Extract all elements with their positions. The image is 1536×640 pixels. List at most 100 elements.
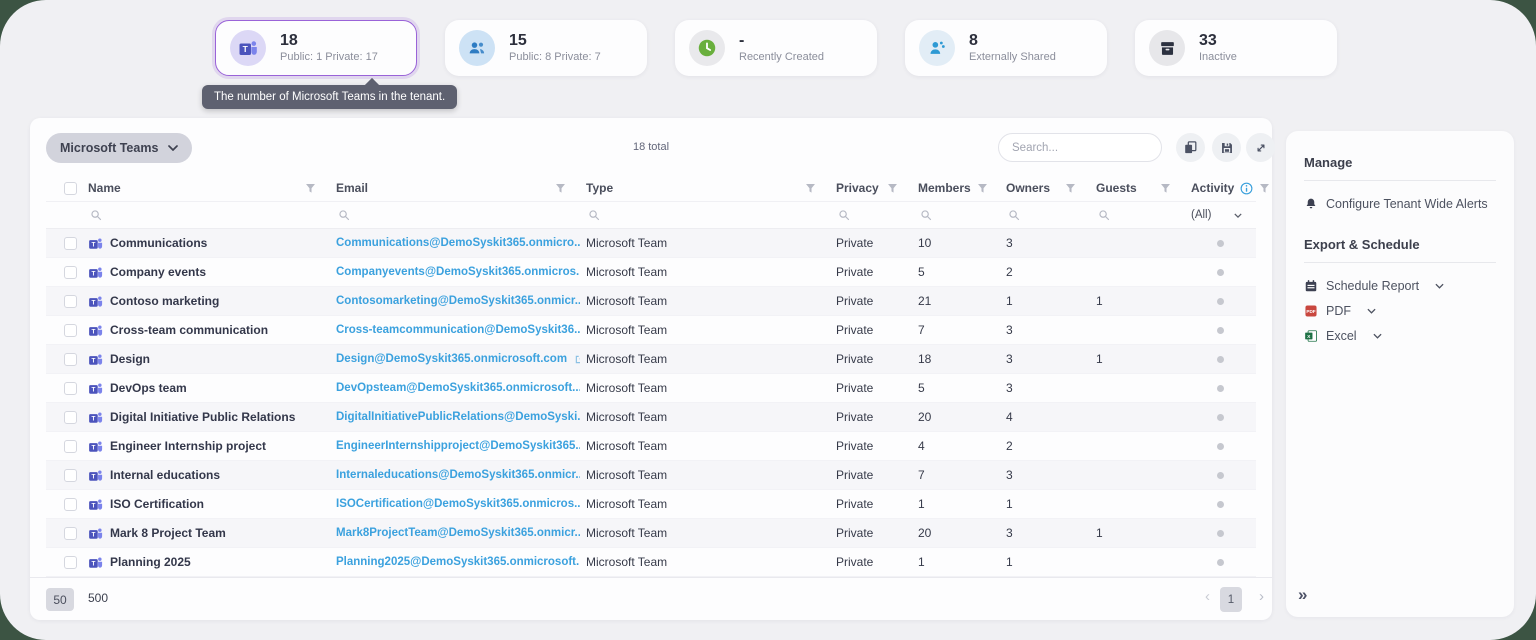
table-row[interactable]: T Engineer Internship project EngineerIn… <box>46 432 1256 461</box>
previous-page-button[interactable]: ‹ <box>1205 588 1210 605</box>
team-name[interactable]: Planning 2025 <box>110 555 191 569</box>
row-checkbox[interactable] <box>64 382 77 395</box>
table-row[interactable]: T Communications Communications@DemoSysk… <box>46 229 1256 258</box>
stat-card-teams[interactable]: T 18 Public: 1 Private: 17 <box>215 20 417 76</box>
row-checkbox[interactable] <box>64 556 77 569</box>
team-email-link[interactable]: ISOCertification@DemoSyskit365.onmicros.… <box>336 498 580 510</box>
team-name[interactable]: Contoso marketing <box>110 294 219 308</box>
filter-funnel-icon[interactable] <box>305 183 316 194</box>
team-name[interactable]: Company events <box>110 265 206 279</box>
page-size-50-button[interactable]: 50 <box>46 588 74 611</box>
search-input[interactable] <box>1012 142 1166 154</box>
info-icon[interactable] <box>1240 182 1253 195</box>
expand-button[interactable] <box>1246 133 1275 162</box>
column-header-guests[interactable]: Guests <box>1096 181 1137 195</box>
filter-funnel-icon[interactable] <box>1065 183 1076 194</box>
filter-funnel-icon[interactable] <box>1160 183 1171 194</box>
row-checkbox[interactable] <box>64 527 77 540</box>
column-header-email[interactable]: Email <box>336 181 368 195</box>
row-checkbox[interactable] <box>64 295 77 308</box>
column-header-activity[interactable]: Activity <box>1191 181 1234 195</box>
team-email-link[interactable]: Internaleducations@DemoSyskit365.onmicr.… <box>336 469 580 481</box>
team-type: Microsoft Team <box>586 265 667 279</box>
current-page-indicator[interactable]: 1 <box>1220 587 1242 612</box>
team-email-link[interactable]: EngineerInternshipproject@DemoSyskit365.… <box>336 440 580 452</box>
team-members-count: 18 <box>918 352 931 366</box>
stat-card-externally-shared[interactable]: 8 Externally Shared <box>905 20 1107 76</box>
export-excel-button[interactable]: X Excel <box>1304 329 1496 343</box>
team-name[interactable]: Engineer Internship project <box>110 439 266 453</box>
stat-card-groups[interactable]: 15 Public: 8 Private: 7 <box>445 20 647 76</box>
collapse-sidebar-button[interactable]: » <box>1298 585 1307 605</box>
column-search-icon[interactable] <box>338 209 350 221</box>
table-row[interactable]: T ISO Certification ISOCertification@Dem… <box>46 490 1256 519</box>
row-checkbox[interactable] <box>64 469 77 482</box>
team-name[interactable]: Mark 8 Project Team <box>110 526 226 540</box>
column-search-icon[interactable] <box>1098 209 1110 221</box>
team-name[interactable]: Cross-team communication <box>110 323 268 337</box>
column-header-members[interactable]: Members <box>918 181 971 195</box>
team-name[interactable]: Communications <box>110 236 207 250</box>
team-name[interactable]: Digital Initiative Public Relations <box>110 410 295 424</box>
column-search-icon[interactable] <box>1008 209 1020 221</box>
table-row[interactable]: T Planning 2025 Planning2025@DemoSyskit3… <box>46 548 1256 577</box>
activity-filter-dropdown[interactable]: (All) <box>1185 209 1256 221</box>
filter-funnel-icon[interactable] <box>887 183 898 194</box>
tooltip-text: The number of Microsoft Teams in the ten… <box>214 91 445 103</box>
column-search-icon[interactable] <box>588 209 600 221</box>
team-email-link[interactable]: Companyevents@DemoSyskit365.onmicros... <box>336 266 580 278</box>
configure-tenant-wide-alerts-button[interactable]: Configure Tenant Wide Alerts <box>1304 197 1496 211</box>
team-name[interactable]: ISO Certification <box>110 497 204 511</box>
save-view-button[interactable] <box>1212 133 1241 162</box>
column-header-owners[interactable]: Owners <box>1006 181 1050 195</box>
table-row[interactable]: T Contoso marketing Contosomarketing@Dem… <box>46 287 1256 316</box>
export-pdf-button[interactable]: PDF PDF <box>1304 304 1496 318</box>
team-name[interactable]: Design <box>110 352 150 366</box>
team-email-link[interactable]: Design@DemoSyskit365.onmicrosoft.com <box>336 353 567 365</box>
row-checkbox[interactable] <box>64 353 77 366</box>
external-users-icon <box>919 30 955 66</box>
team-email-link[interactable]: DigitalInitiativePublicRelations@DemoSys… <box>336 411 580 423</box>
row-checkbox[interactable] <box>64 440 77 453</box>
copy-button[interactable] <box>1176 133 1205 162</box>
team-name[interactable]: Internal educations <box>110 468 220 482</box>
table-row[interactable]: T Mark 8 Project Team Mark8ProjectTeam@D… <box>46 519 1256 548</box>
teams-icon: T <box>88 497 103 512</box>
select-all-checkbox[interactable] <box>64 182 77 195</box>
team-email-link[interactable]: DevOpsteam@DemoSyskit365.onmicrosoft.... <box>336 382 580 394</box>
row-checkbox[interactable] <box>64 498 77 511</box>
filter-funnel-icon[interactable] <box>555 183 566 194</box>
table-row[interactable]: T Internal educations Internaleducations… <box>46 461 1256 490</box>
table-row[interactable]: T DevOps team DevOpsteam@DemoSyskit365.o… <box>46 374 1256 403</box>
column-header-privacy[interactable]: Privacy <box>836 181 879 195</box>
svg-text:T: T <box>91 531 95 538</box>
column-search-icon[interactable] <box>90 209 102 221</box>
column-search-icon[interactable] <box>920 209 932 221</box>
column-header-type[interactable]: Type <box>586 181 613 195</box>
table-row[interactable]: T Cross-team communication Cross-teamcom… <box>46 316 1256 345</box>
filter-funnel-icon[interactable] <box>977 183 988 194</box>
team-email-link[interactable]: Communications@DemoSyskit365.onmicro... <box>336 237 580 249</box>
team-name[interactable]: DevOps team <box>110 381 187 395</box>
team-email-link[interactable]: Planning2025@DemoSyskit365.onmicrosoft..… <box>336 556 580 568</box>
row-checkbox[interactable] <box>64 237 77 250</box>
column-search-icon[interactable] <box>838 209 850 221</box>
table-row[interactable]: T Company events Companyevents@DemoSyski… <box>46 258 1256 287</box>
table-row[interactable]: T Digital Initiative Public Relations Di… <box>46 403 1256 432</box>
stat-card-recently-created[interactable]: - Recently Created <box>675 20 877 76</box>
filter-funnel-icon[interactable] <box>1259 183 1270 194</box>
row-checkbox[interactable] <box>64 411 77 424</box>
column-header-name[interactable]: Name <box>88 181 121 195</box>
table-row[interactable]: T Design Design@DemoSyskit365.onmicrosof… <box>46 345 1256 374</box>
team-email-link[interactable]: Contosomarketing@DemoSyskit365.onmicr... <box>336 295 580 307</box>
excel-icon: X <box>1304 329 1318 343</box>
filter-funnel-icon[interactable] <box>805 183 816 194</box>
team-email-link[interactable]: Cross-teamcommunication@DemoSyskit36... <box>336 324 580 336</box>
team-email-link[interactable]: Mark8ProjectTeam@DemoSyskit365.onmicr... <box>336 527 580 539</box>
page-size-500-button[interactable]: 500 <box>88 591 108 605</box>
stat-card-inactive[interactable]: 33 Inactive <box>1135 20 1337 76</box>
row-checkbox[interactable] <box>64 266 77 279</box>
row-checkbox[interactable] <box>64 324 77 337</box>
next-page-button[interactable]: › <box>1259 588 1264 605</box>
schedule-report-button[interactable]: Schedule Report <box>1304 279 1496 293</box>
